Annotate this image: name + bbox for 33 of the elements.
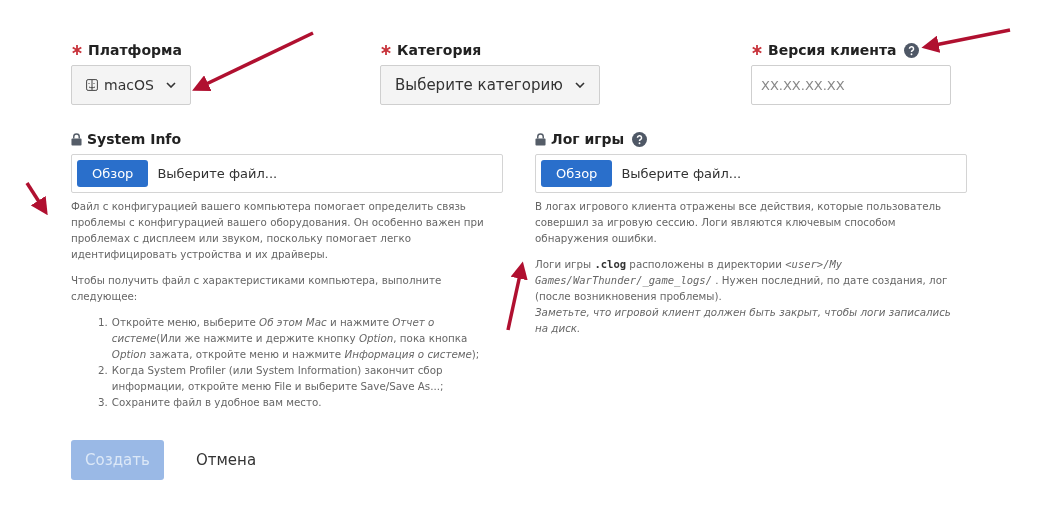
file-placeholder: Выберите файл... — [621, 166, 742, 181]
field-label: System Info — [87, 131, 182, 147]
help-icon[interactable] — [904, 42, 920, 58]
help-icon[interactable] — [632, 131, 648, 147]
cancel-button[interactable]: Отмена — [186, 451, 267, 469]
annotation-arrow — [25, 182, 48, 216]
chevron-down-icon — [574, 82, 585, 88]
description-paragraph: Файл с конфигурацией вашего компьютера помогает определить связь проблемы с конфигурацией вашего оборудования. Он особенно важен при проблемах с дисплеем или звуком, поскольку помогает легко идентифицировать устройства и их драйверы. — [71, 199, 485, 262]
step-number: 1. — [98, 315, 108, 330]
file-field[interactable]: Обзор Выберите файл... — [71, 154, 503, 193]
field-label: Платформа — [88, 42, 182, 58]
dropdown[interactable]: Выберите категорию — [380, 65, 600, 105]
file-field[interactable]: Обзор Выберите файл... — [535, 154, 967, 193]
step-text: Откройте меню, выберите Об этом Mac и нажмите Отчет о системе(Или же нажмите и держите кнопку Option, пока кнопка Option зажата, откройте меню и нажмите Информация о системе); — [111, 315, 481, 362]
dropdown[interactable]: macOS — [71, 65, 191, 105]
field-label: Категория — [397, 42, 482, 58]
lock-icon — [71, 132, 82, 146]
browse-button[interactable]: Обзор — [77, 160, 149, 187]
chevron-down-icon — [165, 82, 176, 88]
description-paragraph: В логах игрового клиента отражены все действия, которые пользователь совершил за игровую сессию. Логи являются ключевым способом обнаружения ошибки. — [535, 199, 943, 246]
step-text: Когда System Profiler (или System Information) закончит сбор информации, откройте меню File и выберите Save/Save As...; — [111, 363, 445, 394]
field-label: Версия клиента — [768, 42, 897, 58]
browse-button[interactable]: Обзор — [541, 160, 613, 187]
version-field[interactable]: XX.XX.XX.XX — [751, 65, 951, 105]
lock-icon — [535, 132, 546, 146]
description-paragraph: Чтобы получить файл с характеристиками компьютера, выполните следующее: — [71, 273, 443, 304]
annotation-arrow — [506, 261, 528, 331]
step-text: Сохраните файл в удобное вам место. — [111, 395, 322, 410]
file-placeholder: Выберите файл... — [157, 166, 278, 181]
description-paragraph: Логи игры .clog расположены в директории <user>/My Games/WarThunder/_game_logs/ . Нужен последний, по дате создания, лог (после возникновения проблемы). Заметьте, что игровой клиент должен быть закрыт, чтобы логи записались на диск. — [535, 257, 952, 336]
step-number: 2. — [98, 363, 108, 378]
step-number: 3. — [98, 395, 108, 410]
field-label: Лог игры — [551, 131, 625, 147]
